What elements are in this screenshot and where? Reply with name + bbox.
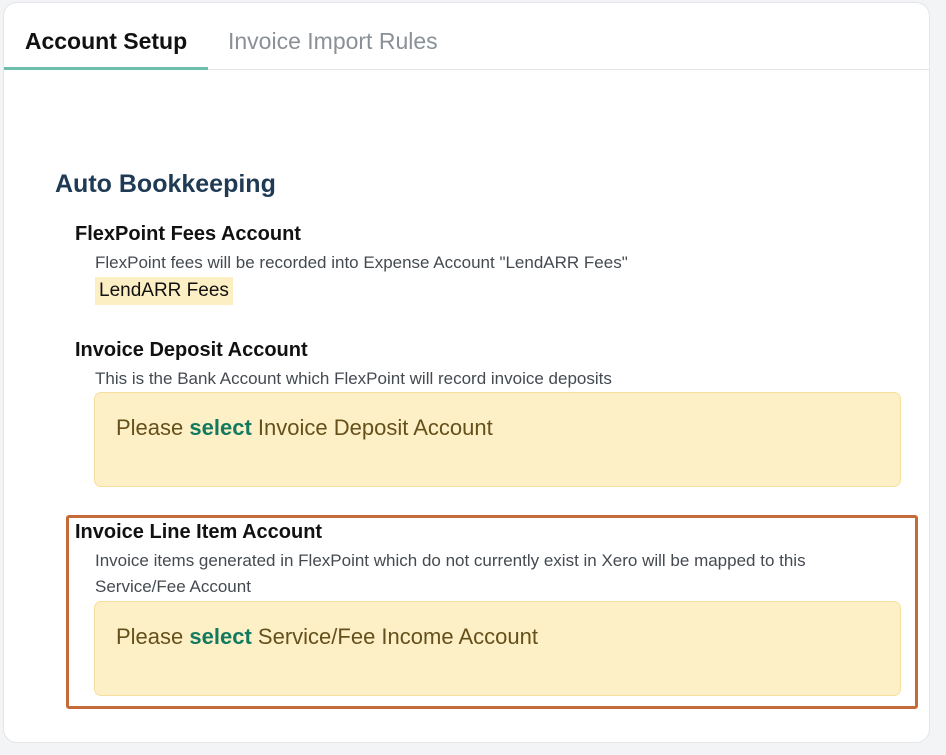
fees-account-label: FlexPoint Fees Account [75, 223, 301, 245]
line-item-prompt-prefix: Please [116, 624, 184, 649]
line-item-account-description: Invoice items generated in FlexPoint whi… [95, 548, 895, 600]
deposit-prompt-suffix: Invoice Deposit Account [257, 415, 493, 440]
fees-account-description: FlexPoint fees will be recorded into Exp… [95, 253, 628, 272]
deposit-account-label: Invoice Deposit Account [75, 339, 308, 361]
deposit-account-prompt: Please select Invoice Deposit Account [116, 415, 493, 441]
tab-bar: Account Setup Invoice Import Rules [4, 3, 929, 70]
line-item-description-line2: Service/Fee Account [95, 577, 251, 596]
tab-invoice-import-rules[interactable]: Invoice Import Rules [228, 3, 438, 70]
account-setup-card: Account Setup Invoice Import Rules Auto … [3, 2, 930, 743]
line-item-prompt-suffix: Service/Fee Income Account [257, 624, 538, 649]
tab-account-setup[interactable]: Account Setup [4, 3, 208, 70]
line-item-select-link[interactable]: select [189, 624, 251, 649]
line-item-account-prompt: Please select Service/Fee Income Account [116, 624, 538, 650]
line-item-account-label: Invoice Line Item Account [75, 521, 323, 543]
deposit-account-description: This is the Bank Account which FlexPoint… [95, 369, 612, 388]
deposit-select-link[interactable]: select [189, 415, 251, 440]
deposit-account-select-box[interactable]: Please select Invoice Deposit Account [94, 392, 901, 487]
line-item-description-line1: Invoice items generated in FlexPoint whi… [95, 551, 806, 570]
fees-account-value: LendARR Fees [95, 277, 233, 305]
section-title-auto-bookkeeping: Auto Bookkeeping [55, 170, 276, 198]
deposit-prompt-prefix: Please [116, 415, 184, 440]
line-item-account-select-box[interactable]: Please select Service/Fee Income Account [94, 601, 901, 696]
